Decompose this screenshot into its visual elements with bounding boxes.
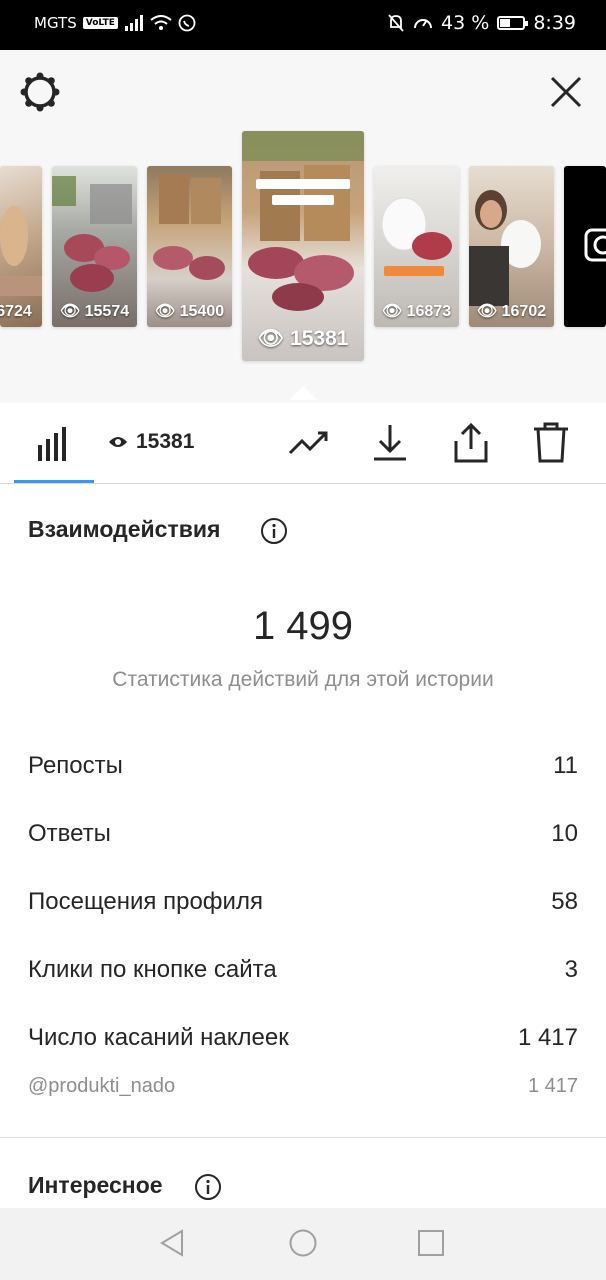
eye-icon: 👁 [59, 303, 85, 320]
wifi-icon [150, 15, 172, 30]
status-left: MGTS VoLTE [34, 14, 196, 32]
discovery-title: Интересное [28, 1172, 163, 1198]
story-thumbnail[interactable]: 6724 [0, 166, 42, 327]
home-circle-icon[interactable] [288, 1228, 318, 1258]
eye-icon: 👁 [257, 327, 291, 350]
carrier-name: MGTS [34, 14, 77, 32]
story-thumbnail[interactable]: 👁 16873 [374, 166, 459, 327]
eye-icon: 👁 [381, 303, 407, 320]
back-triangle-icon[interactable] [158, 1228, 188, 1258]
stat-row-profile-visits: Посещения профиля 58 [28, 888, 578, 916]
stat-label: Ответы [28, 820, 111, 847]
clock: 8:39 [533, 12, 576, 34]
eye-icon: 👁 [476, 303, 502, 320]
battery-percent: 43 % [441, 12, 490, 34]
stat-value: 3 [564, 956, 578, 983]
delete-trash-icon[interactable] [529, 421, 573, 465]
eye-icon [109, 437, 127, 447]
story-view-count: 👁 15400 [154, 303, 225, 320]
stat-label: @produkti_nado [28, 1075, 176, 1097]
interactions-total: 1 499 [252, 604, 354, 648]
volte-badge: VoLTE [82, 17, 118, 29]
story-view-count: 👁 16702 [476, 303, 547, 320]
section-divider [0, 1137, 606, 1138]
stat-value: 1 417 [527, 1075, 578, 1097]
interactions-title: Взаимодействия [28, 516, 221, 542]
status-bar: MGTS VoLTE 43 % 8:39 [0, 0, 606, 50]
selection-pointer [289, 386, 317, 400]
story-thumbnail[interactable]: 👁 15400 [147, 166, 232, 327]
insights-bar-chart-icon[interactable] [32, 421, 76, 465]
interactions-subtitle: Статистика действий для этой истории [112, 668, 494, 691]
stat-value: 1 417 [517, 1024, 578, 1051]
story-view-count: 👁 16873 [381, 303, 452, 320]
stat-label: Число касаний наклеек [28, 1024, 289, 1051]
stat-label: Посещения профиля [28, 888, 263, 915]
stat-row-website-clicks: Клики по кнопке сайта 3 [28, 956, 578, 984]
story-thumbnail-selected[interactable]: 👁 15381 [242, 131, 364, 361]
battery-icon [497, 16, 529, 30]
story-thumbnail[interactable]: 👁 16702 [469, 166, 554, 327]
stat-value: 10 [551, 820, 578, 847]
download-icon[interactable] [368, 421, 412, 465]
stat-value: 58 [551, 888, 578, 915]
story-view-count: 👁 15381 [257, 327, 349, 350]
insights-tab-indicator [14, 480, 94, 483]
story-view-count: 👁 15574 [59, 303, 130, 320]
info-icon[interactable] [194, 1173, 222, 1201]
close-icon[interactable] [546, 72, 586, 112]
speedometer-icon [414, 19, 433, 29]
stat-row-reposts: Репосты 11 [28, 752, 578, 780]
stat-label: Репосты [28, 752, 123, 779]
story-thumbnail[interactable]: 👁 15574 [52, 166, 137, 327]
system-navigation-bar [0, 1208, 606, 1280]
stat-value: 11 [553, 752, 578, 779]
eye-icon: 👁 [154, 303, 180, 320]
stat-label: Клики по кнопке сайта [28, 956, 277, 983]
toolbar-view-count: 15381 [108, 430, 194, 454]
status-right: 43 % 8:39 [387, 12, 576, 34]
stat-row-sticker-taps: Число касаний наклеек 1 417 [28, 1024, 578, 1052]
mute-icon [388, 14, 404, 32]
story-view-count: 6724 [0, 303, 32, 320]
share-icon[interactable] [449, 421, 493, 465]
stat-row-replies: Ответы 10 [28, 820, 578, 848]
add-story-thumbnail[interactable] [564, 166, 606, 327]
stat-row-sticker-mention: @produkti_nado 1 417 [28, 1075, 578, 1098]
trending-up-icon[interactable] [288, 421, 332, 465]
recents-square-icon[interactable] [417, 1229, 445, 1257]
info-icon[interactable] [260, 517, 288, 545]
whatsapp-icon [178, 14, 196, 32]
signal-icon [124, 15, 143, 31]
camera-icon [584, 228, 606, 262]
settings-gear-icon[interactable] [20, 72, 60, 112]
